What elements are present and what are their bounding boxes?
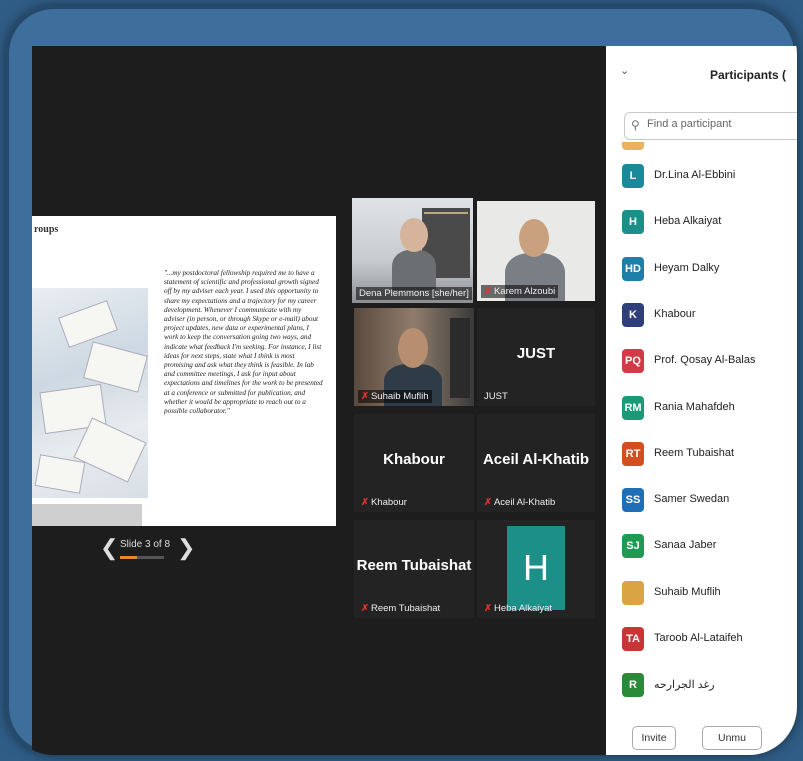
tile-name: ✗ Khabour (361, 497, 407, 508)
slide-navigation: ❮ Slide 3 of 8 ❯ (100, 536, 200, 562)
slide-progress-bar (120, 556, 164, 559)
tile-display-name: JUST (516, 345, 556, 363)
avatar: RM (622, 395, 644, 420)
participant-name: Taroob Al-Lataifeh (654, 632, 743, 644)
tile-display-name: Aceil Al-Khatib (482, 451, 590, 469)
video-tile-reem[interactable]: Reem Tubaishat ✗ Reem Tubaishat (354, 520, 474, 618)
participant-name: رغد الجرارحه (654, 679, 715, 692)
participant-row[interactable]: SJ Sanaa Jaber (606, 522, 797, 568)
participant-name: Dr.Lina Al-Ebbini (654, 169, 736, 181)
muted-mic-icon: ✗ (361, 391, 369, 402)
video-tile-dena[interactable]: Dena Plemmons [she/her] (352, 198, 473, 303)
participant-row[interactable]: K Khabour (606, 291, 797, 337)
avatar: H (507, 526, 565, 610)
participant-row[interactable]: L Dr.Lina Al-Ebbini (606, 152, 797, 198)
chevron-right-icon[interactable]: ❯ (177, 536, 195, 560)
avatar: H (622, 210, 644, 235)
participant-row[interactable]: RM Rania Mahafdeh (606, 384, 797, 430)
participant-name: Sanaa Jaber (654, 539, 717, 552)
avatar: R (622, 673, 644, 698)
participant-row[interactable]: H Heba Alkaiyat (606, 198, 797, 244)
search-input[interactable] (645, 117, 789, 131)
participant-name: Samer Swedan (654, 493, 730, 506)
video-tile-aceil[interactable]: Aceil Al-Khatib ✗ Aceil Al-Khatib (477, 414, 595, 512)
slide-quote: "...my postdoctoral fellowship required … (164, 269, 323, 416)
participant-name: Reem Tubaishat (654, 446, 735, 459)
avatar (622, 142, 644, 150)
muted-mic-icon: ✗ (484, 497, 492, 508)
video-tile-khabour[interactable]: Khabour ✗ Khabour (354, 414, 474, 512)
muted-mic-icon: ✗ (361, 497, 369, 508)
video-tile-heba[interactable]: H ✗ Heba Alkaiyat (477, 520, 595, 618)
tile-name: ✗ Reem Tubaishat (361, 603, 441, 614)
participant-name: Heyam Dalky (654, 261, 720, 274)
tile-name: ✗ Heba Alkaiyat (484, 603, 553, 614)
avatar: L (622, 164, 644, 188)
photo-frame: roups "...my postdoctoral fellowship req… (6, 6, 797, 755)
avatar: TA (622, 627, 644, 651)
avatar (622, 580, 644, 605)
slide-illustration (32, 288, 148, 498)
slide-counter: Slide 3 of 8 (120, 539, 171, 550)
avatar: RT (622, 441, 644, 466)
tile-name: Dena Plemmons [she/her] (356, 287, 472, 300)
meeting-screen: roups "...my postdoctoral fellowship req… (32, 46, 797, 755)
tile-name: ✗ Karem Alzoubi (481, 285, 559, 298)
slide-progress-fill (120, 556, 137, 559)
participant-row[interactable]: TA Taroob Al-Lataifeh (606, 615, 797, 661)
chevron-down-icon[interactable]: ⌄ (620, 64, 629, 77)
participant-row[interactable]: PQ Prof. Qosay Al-Balas (606, 337, 797, 383)
participant-row[interactable]: HD Heyam Dalky (606, 245, 797, 291)
participant-search[interactable]: ⚲ (624, 112, 797, 140)
participant-row[interactable]: SS Samer Swedan (606, 476, 797, 522)
participant-row[interactable]: R رغد الجرارحه (606, 661, 797, 707)
video-tile-suhaib[interactable]: ✗ Suhaib Muflih (354, 308, 474, 406)
video-tile-just[interactable]: JUST JUST (477, 308, 595, 406)
participant-name: Prof. Qosay Al-Balas (654, 354, 756, 367)
avatar: K (622, 302, 644, 327)
participant-name: Heba Alkaiyat (654, 215, 722, 228)
avatar: PQ (622, 349, 644, 374)
avatar: HD (622, 256, 644, 281)
tile-display-name: Reem Tubaishat (356, 557, 472, 575)
unmute-button[interactable]: Unmu (702, 726, 762, 750)
participants-header: ⌄ Participants ( (606, 46, 797, 102)
participant-name: Suhaib Muflih (654, 585, 721, 598)
participant-name: Khabour (654, 307, 696, 320)
muted-mic-icon: ✗ (484, 603, 492, 614)
participant-row[interactable]: RT Reem Tubaishat (606, 430, 797, 476)
avatar: SJ (622, 534, 644, 559)
muted-mic-icon: ✗ (361, 603, 369, 614)
video-tile-karem[interactable]: ✗ Karem Alzoubi (477, 201, 595, 301)
tile-name: JUST (484, 391, 508, 402)
slide-footer-bar (32, 504, 142, 526)
participant-row[interactable]: Suhaib Muflih (606, 569, 797, 615)
participant-name: Rania Mahafdeh (654, 400, 735, 413)
participants-panel: ⌄ Participants ( ⚲ L Dr.Lina Al-Ebbini H He… (606, 46, 797, 755)
avatar: SS (622, 488, 644, 513)
tile-name: ✗ Suhaib Muflih (358, 390, 432, 403)
search-icon: ⚲ (631, 118, 640, 132)
tile-display-name: Khabour (383, 451, 445, 469)
shared-slide: roups "...my postdoctoral fellowship req… (32, 216, 336, 526)
chevron-left-icon[interactable]: ❮ (100, 536, 118, 560)
muted-mic-icon: ✗ (484, 286, 492, 297)
participants-title: Participants ( (710, 68, 787, 82)
slide-title: roups (34, 224, 59, 235)
invite-button[interactable]: Invite (632, 726, 676, 750)
participants-footer: Invite Unmu (606, 722, 797, 755)
tile-name: ✗ Aceil Al-Khatib (484, 497, 556, 508)
